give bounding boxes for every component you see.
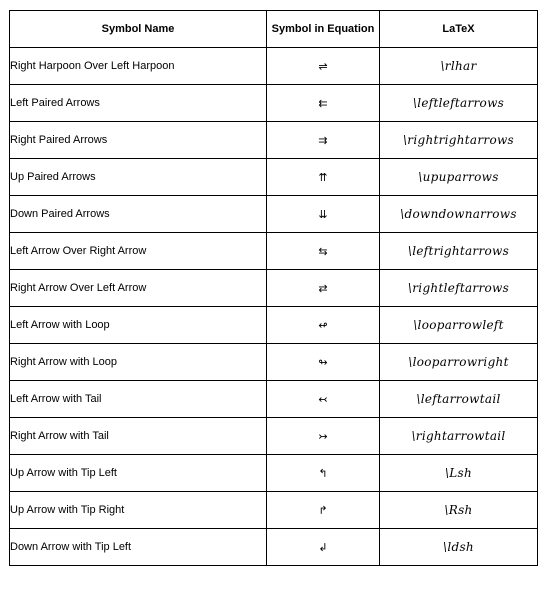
symbol-name-cell: Right Paired Arrows bbox=[9, 121, 267, 159]
symbol-name-cell: Up Paired Arrows bbox=[9, 158, 267, 196]
latex-command-cell: \rightleftarrows bbox=[379, 269, 538, 307]
symbol-glyph-cell: ⇄ bbox=[266, 269, 380, 307]
latex-command-cell: \looparrowleft bbox=[379, 306, 538, 344]
symbol-glyph-cell: ↰ bbox=[266, 454, 380, 492]
symbol-glyph-cell: ↲ bbox=[266, 528, 380, 566]
table-row: Right Paired Arrows ⇉ \rightrightarrows bbox=[9, 121, 538, 159]
symbol-name-cell: Left Arrow Over Right Arrow bbox=[9, 232, 267, 270]
symbol-glyph-cell: ⇇ bbox=[266, 84, 380, 122]
table-row: Left Arrow Over Right Arrow ⇆ \leftright… bbox=[9, 232, 538, 270]
symbol-name-cell: Right Arrow with Loop bbox=[9, 343, 267, 381]
header-row: Symbol Name Symbol in Equation LaTeX bbox=[9, 10, 538, 48]
latex-command-cell: \Rsh bbox=[379, 491, 538, 529]
latex-command-cell: \ldsh bbox=[379, 528, 538, 566]
symbol-glyph-cell: ↣ bbox=[266, 417, 380, 455]
symbol-glyph-cell: ⇈ bbox=[266, 158, 380, 196]
symbol-table: Symbol Name Symbol in Equation LaTeX Rig… bbox=[9, 10, 538, 566]
table-row: Up Arrow with Tip Right ↱ \Rsh bbox=[9, 491, 538, 529]
latex-command-cell: \leftleftarrows bbox=[379, 84, 538, 122]
table-row: Left Arrow with Tail ↢ \leftarrowtail bbox=[9, 380, 538, 418]
symbol-name-cell: Left Paired Arrows bbox=[9, 84, 267, 122]
latex-command-cell: \rlhar bbox=[379, 47, 538, 85]
symbol-glyph-cell: ⇌ bbox=[266, 47, 380, 85]
symbol-glyph-cell: ⇆ bbox=[266, 232, 380, 270]
symbol-name-cell: Left Arrow with Loop bbox=[9, 306, 267, 344]
symbol-name-cell: Down Arrow with Tip Left bbox=[9, 528, 267, 566]
table-row: Right Arrow Over Left Arrow ⇄ \rightleft… bbox=[9, 269, 538, 307]
symbol-glyph-cell: ⇉ bbox=[266, 121, 380, 159]
header-symbol-in-equation: Symbol in Equation bbox=[266, 10, 380, 48]
table-row: Down Arrow with Tip Left ↲ \ldsh bbox=[9, 528, 538, 566]
symbol-name-cell: Down Paired Arrows bbox=[9, 195, 267, 233]
table-row: Right Arrow with Loop ↬ \looparrowright bbox=[9, 343, 538, 381]
symbol-name-cell: Right Harpoon Over Left Harpoon bbox=[9, 47, 267, 85]
table-row: Left Arrow with Loop ↫ \looparrowleft bbox=[9, 306, 538, 344]
latex-command-cell: \Lsh bbox=[379, 454, 538, 492]
symbol-glyph-cell: ↫ bbox=[266, 306, 380, 344]
symbol-glyph-cell: ↱ bbox=[266, 491, 380, 529]
symbol-name-cell: Up Arrow with Tip Left bbox=[9, 454, 267, 492]
symbol-glyph-cell: ↬ bbox=[266, 343, 380, 381]
header-symbol-name: Symbol Name bbox=[9, 10, 267, 48]
latex-command-cell: \downdownarrows bbox=[379, 195, 538, 233]
latex-command-cell: \leftarrowtail bbox=[379, 380, 538, 418]
symbol-glyph-cell: ⇊ bbox=[266, 195, 380, 233]
table-row: Right Arrow with Tail ↣ \rightarrowtail bbox=[9, 417, 538, 455]
header-latex: LaTeX bbox=[379, 10, 538, 48]
latex-command-cell: \rightarrowtail bbox=[379, 417, 538, 455]
latex-command-cell: \leftrightarrows bbox=[379, 232, 538, 270]
symbol-name-cell: Up Arrow with Tip Right bbox=[9, 491, 267, 529]
table-row: Left Paired Arrows ⇇ \leftleftarrows bbox=[9, 84, 538, 122]
symbol-name-cell: Left Arrow with Tail bbox=[9, 380, 267, 418]
symbol-name-cell: Right Arrow with Tail bbox=[9, 417, 267, 455]
symbol-glyph-cell: ↢ bbox=[266, 380, 380, 418]
table-row: Up Paired Arrows ⇈ \upuparrows bbox=[9, 158, 538, 196]
latex-command-cell: \rightrightarrows bbox=[379, 121, 538, 159]
table-row: Up Arrow with Tip Left ↰ \Lsh bbox=[9, 454, 538, 492]
table-row: Right Harpoon Over Left Harpoon ⇌ \rlhar bbox=[9, 47, 538, 85]
symbol-name-cell: Right Arrow Over Left Arrow bbox=[9, 269, 267, 307]
latex-command-cell: \looparrowright bbox=[379, 343, 538, 381]
table-row: Down Paired Arrows ⇊ \downdownarrows bbox=[9, 195, 538, 233]
latex-command-cell: \upuparrows bbox=[379, 158, 538, 196]
